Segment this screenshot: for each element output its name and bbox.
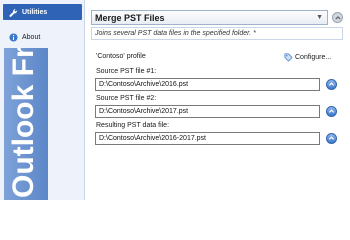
arrow-up-icon (328, 109, 335, 113)
arrow-up-icon (328, 82, 335, 86)
browse-source-1-button[interactable] (326, 79, 337, 90)
arrow-up-icon (328, 136, 335, 140)
collapse-button[interactable] (332, 12, 343, 23)
main-panel: Merge PST Files ▼ Joins several PST data… (86, 0, 350, 200)
sidebar-item-label: About (22, 33, 41, 41)
profile-label: 'Contoso' profile (96, 53, 146, 60)
source-pst-2-label: Source PST file #2: (96, 95, 157, 102)
sidebar-item-about[interactable]: About (3, 29, 82, 45)
wrench-icon (8, 7, 18, 17)
browse-result-button[interactable] (326, 133, 337, 144)
chevron-down-icon: ▼ (316, 14, 323, 21)
result-pst-label: Resulting PST data file: (96, 122, 170, 129)
sidebar-item-utilities[interactable]: Utilities (3, 4, 82, 20)
utility-select-value: Merge PST Files (95, 12, 165, 23)
tag-icon (284, 53, 293, 62)
configure-link[interactable]: Configure... (284, 53, 331, 62)
watermark-logo: Outlook Freeware.com (4, 48, 48, 200)
sidebar-item-label: Utilities (22, 8, 48, 16)
source-pst-1-input[interactable]: D:\Contoso\Archive\2016.pst (95, 78, 320, 91)
browse-source-2-button[interactable] (326, 106, 337, 117)
info-icon (8, 32, 18, 42)
utility-select[interactable]: Merge PST Files ▼ (91, 10, 328, 25)
watermark-text: Outlook Freeware.com (7, 48, 41, 198)
sidebar: Utilities About Outlook Freeware.com (0, 0, 85, 200)
chevron-up-icon (334, 15, 341, 19)
source-pst-2-input[interactable]: D:\Contoso\Archive\2017.pst (95, 105, 320, 118)
configure-label: Configure... (295, 54, 332, 61)
source-pst-1-label: Source PST file #1: (96, 68, 157, 75)
result-pst-input[interactable]: D:\Contoso\Archive\2016-2017.pst (95, 132, 320, 145)
utility-description: Joins several PST data files in the spec… (91, 27, 343, 40)
